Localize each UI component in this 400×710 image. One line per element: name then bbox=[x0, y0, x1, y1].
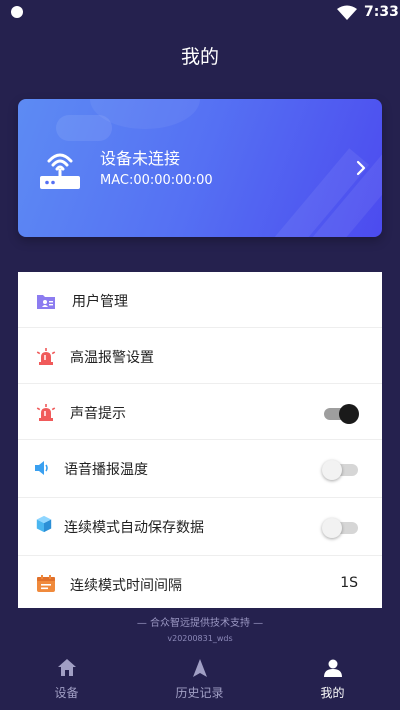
speaker-icon bbox=[35, 461, 48, 475]
auto-save-toggle[interactable] bbox=[322, 518, 358, 538]
settings-row-label: 语音播报温度 bbox=[64, 462, 148, 478]
settings-row-user-management[interactable]: 用户管理 bbox=[18, 272, 382, 328]
page-title: 我的 bbox=[180, 46, 219, 68]
calendar-icon bbox=[37, 575, 55, 592]
device-mac-address: MAC:00:00:00:00 bbox=[100, 173, 213, 188]
my-page-screen: 7:33 我的 设备未连接 MAC:00:00:00:00 用户管理 高温报警设… bbox=[0, 0, 400, 710]
nav-label: 历史记录 bbox=[175, 686, 224, 700]
alarm-light-icon bbox=[36, 404, 56, 421]
settings-row-label: 用户管理 bbox=[72, 294, 128, 310]
router-icon bbox=[40, 153, 80, 189]
nav-item-device[interactable]: 设备 bbox=[0, 652, 133, 710]
navigation-arrow-icon bbox=[192, 659, 207, 677]
settings-row-label: 连续模式自动保存数据 bbox=[64, 520, 204, 536]
tech-support-text: — 合众智远提供技术支持 — bbox=[136, 618, 264, 629]
settings-row-high-temp-alarm[interactable]: 高温报警设置 bbox=[18, 328, 382, 384]
home-icon bbox=[57, 659, 76, 676]
settings-row-auto-save[interactable]: 连续模式自动保存数据 bbox=[18, 498, 382, 556]
version-text: v20200831_wds bbox=[167, 634, 233, 643]
toggle-knob bbox=[322, 460, 342, 480]
chevron-right-icon[interactable] bbox=[354, 159, 368, 177]
settings-row-label: 连续模式时间间隔 bbox=[70, 578, 182, 594]
cube-icon bbox=[36, 515, 52, 533]
status-time: 7:33 bbox=[364, 4, 399, 20]
toggle-knob bbox=[322, 518, 342, 538]
toggle-knob bbox=[339, 404, 359, 424]
settings-row-voice-broadcast[interactable]: 语音播报温度 bbox=[18, 440, 382, 498]
device-connection-status: 设备未连接 bbox=[100, 149, 181, 168]
person-icon bbox=[323, 659, 342, 677]
settings-row-label: 高温报警设置 bbox=[70, 350, 154, 366]
user-card-icon bbox=[37, 295, 55, 309]
settings-list: 用户管理 高温报警设置 声音提示 语音播报温度 连续模式自动保存数据 连续模式时… bbox=[18, 272, 382, 608]
alarm-light-icon bbox=[36, 348, 56, 365]
device-card[interactable]: 设备未连接 MAC:00:00:00:00 bbox=[18, 99, 382, 237]
voice-broadcast-toggle[interactable] bbox=[322, 460, 358, 480]
bottom-nav: 设备 历史记录 我的 bbox=[0, 652, 400, 710]
sound-prompt-toggle[interactable] bbox=[324, 404, 359, 424]
settings-row-sound-prompt[interactable]: 声音提示 bbox=[18, 384, 382, 440]
notification-dot-icon bbox=[11, 6, 23, 18]
nav-item-history[interactable]: 历史记录 bbox=[133, 652, 266, 710]
settings-row-label: 声音提示 bbox=[70, 406, 126, 422]
card-decoration bbox=[56, 115, 112, 141]
interval-value[interactable]: 1S bbox=[340, 575, 358, 591]
settings-row-interval[interactable]: 连续模式时间间隔 1S bbox=[18, 556, 382, 608]
wifi-icon bbox=[337, 5, 357, 20]
status-bar: 7:33 bbox=[0, 0, 400, 26]
nav-label: 我的 bbox=[320, 686, 345, 700]
nav-item-mine[interactable]: 我的 bbox=[266, 652, 399, 710]
nav-label: 设备 bbox=[54, 686, 79, 700]
